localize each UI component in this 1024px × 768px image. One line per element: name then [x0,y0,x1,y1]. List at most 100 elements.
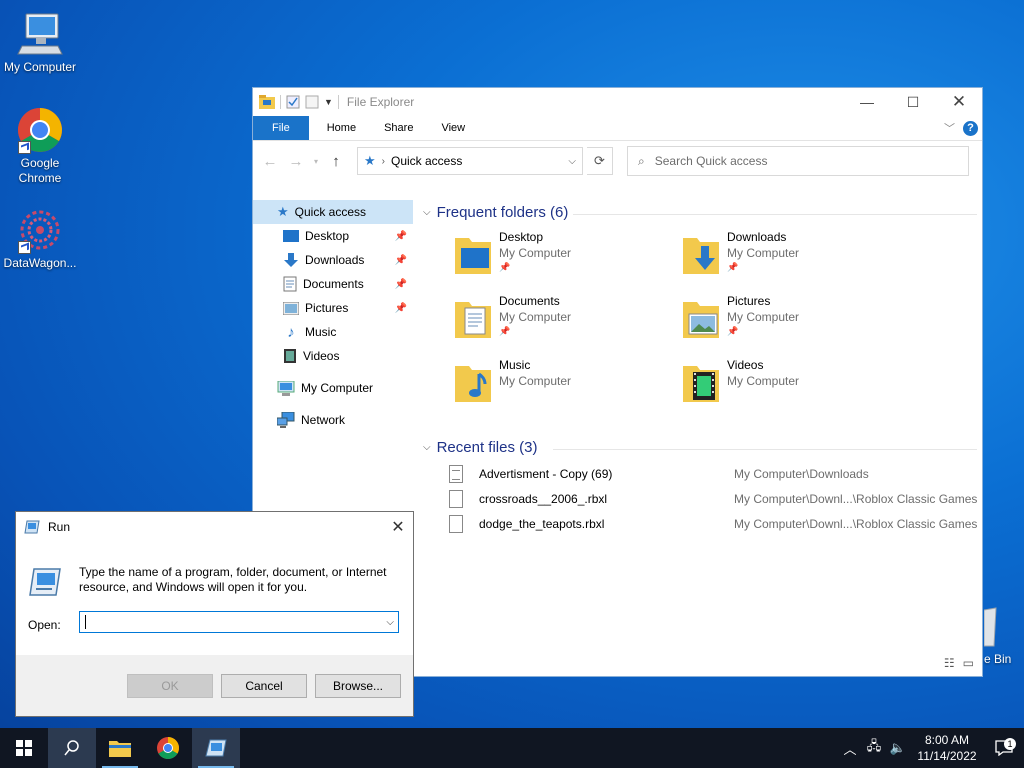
nav-item-pictures[interactable]: Pictures 📌 [253,296,413,320]
recent-locations-icon[interactable]: ▾ [311,157,321,166]
close-icon[interactable]: ✕ [383,517,413,537]
folder-tile-videos[interactable]: Videos My Computer [681,358,901,414]
desktop-icon-google-chrome[interactable]: Google Chrome [0,106,80,186]
pin-icon[interactable]: 📌 [395,303,407,314]
pin-icon[interactable]: 📌 [499,262,510,273]
text-caret [85,615,86,629]
content-pane: ⌵ Frequent folders (6) Desktop My Comput… [413,200,982,676]
notifications-button[interactable]: 1 [984,738,1024,756]
details-view-icon[interactable]: ☷ [944,656,955,670]
file-explorer-icon [109,741,131,757]
breadcrumb-quick-access[interactable]: Quick access [391,154,462,168]
taskbar-run[interactable] [192,728,240,768]
start-button[interactable] [0,728,48,768]
file-path: My Computer\Downl...\Roblox Classic Game… [734,492,978,506]
navigation-bar: ← → ▾ ↑ ★ › Quick access ⌵ ⟳ ⌕ Search Qu… [253,141,982,181]
maximize-icon[interactable]: ☐ [890,88,936,116]
recent-file-row[interactable]: dodge_the_teapots.rbxl My Computer\Downl… [449,512,979,536]
nav-item-downloads[interactable]: Downloads 📌 [253,248,413,272]
folder-tile-desktop[interactable]: Desktop My Computer 📌 [453,230,673,286]
new-folder-icon[interactable] [305,95,319,109]
search-box[interactable]: ⌕ Search Quick access [627,146,969,176]
search-button[interactable] [48,728,96,768]
tab-file[interactable]: File [253,116,309,140]
open-label: Open: [28,618,61,632]
customize-toolbar-icon[interactable]: ▼ [324,97,333,107]
nav-item-network[interactable]: Network [253,408,413,432]
clock[interactable]: 8:00 AM 11/14/2022 [910,732,984,764]
refresh-icon[interactable]: ⟳ [587,147,613,175]
properties-icon[interactable] [286,95,300,109]
back-arrow-icon[interactable]: ← [259,153,281,170]
up-arrow-icon[interactable]: ↑ [325,153,347,170]
cancel-button[interactable]: Cancel [221,674,307,698]
volume-icon[interactable]: 🔈 [886,740,910,756]
tab-home[interactable]: Home [313,116,370,140]
datawagon-icon [16,206,64,254]
toolbar-separator [280,95,281,109]
pin-icon[interactable]: 📌 [395,279,407,290]
desktop-icon-label: DataWagon... [3,256,77,270]
folder-name: Videos [727,358,764,372]
expand-ribbon-icon[interactable]: ﹀ [944,120,955,136]
desktop-icon-label: e Bin [984,652,1012,666]
nav-label: Quick access [294,205,367,219]
videos-icon [284,349,296,363]
large-icons-view-icon[interactable]: ▭ [963,656,974,670]
minimize-icon[interactable]: — [844,88,890,116]
desktop-icon-datawagon[interactable]: DataWagon... [0,206,80,271]
nav-label: Downloads [305,253,365,267]
pin-icon[interactable]: 📌 [727,262,738,273]
nav-item-videos[interactable]: Videos [253,344,413,368]
pin-icon[interactable]: 📌 [727,326,738,337]
nav-label: Music [305,325,337,339]
tab-share[interactable]: Share [370,116,427,140]
run-dialog: Run ✕ Type the name of a program, folder… [15,511,414,717]
frequent-folders-header[interactable]: ⌵ Frequent folders (6) [423,204,568,221]
nav-label: Desktop [305,229,350,243]
nav-item-desktop[interactable]: Desktop 📌 [253,224,413,248]
close-icon[interactable]: ✕ [936,88,982,116]
tab-view[interactable]: View [427,116,479,140]
pin-icon[interactable]: 📌 [395,255,407,266]
chrome-icon [16,106,64,154]
folder-tile-documents[interactable]: Documents My Computer 📌 [453,294,673,350]
address-bar[interactable]: ★ › Quick access ⌵ [357,147,583,175]
folder-tile-downloads[interactable]: Downloads My Computer 📌 [681,230,901,286]
desktop-icon-label: My Computer [3,60,77,74]
chevron-down-icon[interactable]: ⌵ [386,617,394,628]
explorer-titlebar[interactable]: ▼ File Explorer — ☐ ✕ [253,88,982,116]
search-icon [64,740,79,756]
nav-item-documents[interactable]: Documents 📌 [253,272,413,296]
desktop-icon-recycle-bin[interactable]: e Bin [983,606,1024,676]
network-icon[interactable]: 🖧 [862,737,886,759]
file-name: Advertisment - Copy (69) [479,467,613,481]
address-dropdown-icon[interactable]: ⌵ [568,156,576,167]
ok-button[interactable]: OK [127,674,213,698]
forward-arrow-icon[interactable]: → [285,153,307,170]
nav-item-music[interactable]: ♪ Music [253,320,413,344]
computer-icon [277,380,295,396]
nav-item-my-computer[interactable]: My Computer [253,376,413,400]
ribbon-tabs: File Home Share View ﹀ ? [253,116,982,141]
recent-files-header[interactable]: ⌵ Recent files (3) [423,439,537,456]
recent-file-row[interactable]: crossroads__2006_.rbxl My Computer\Downl… [449,487,979,511]
chevron-up-icon[interactable]: ︿ [838,739,862,758]
folder-tile-pictures[interactable]: Pictures My Computer 📌 [681,294,901,350]
browse-button[interactable]: Browse... [315,674,401,698]
folder-location: My Computer [727,310,800,324]
help-icon[interactable]: ? [963,120,978,136]
group-title: Recent files (3) [436,439,538,456]
run-titlebar[interactable]: Run ✕ [16,512,413,541]
folder-icon [259,95,275,109]
taskbar-google-chrome[interactable] [144,728,192,768]
folder-tile-music[interactable]: Music My Computer [453,358,673,414]
open-input[interactable]: ⌵ [79,611,399,633]
computer-icon [16,10,64,58]
pin-icon[interactable]: 📌 [395,231,407,242]
taskbar-file-explorer[interactable] [96,728,144,768]
pin-icon[interactable]: 📌 [499,326,510,337]
nav-item-quick-access[interactable]: ★ Quick access [253,200,413,224]
desktop-icon-my-computer[interactable]: My Computer [0,10,80,75]
recent-file-row[interactable]: Advertisment - Copy (69) My Computer\Dow… [449,462,979,486]
